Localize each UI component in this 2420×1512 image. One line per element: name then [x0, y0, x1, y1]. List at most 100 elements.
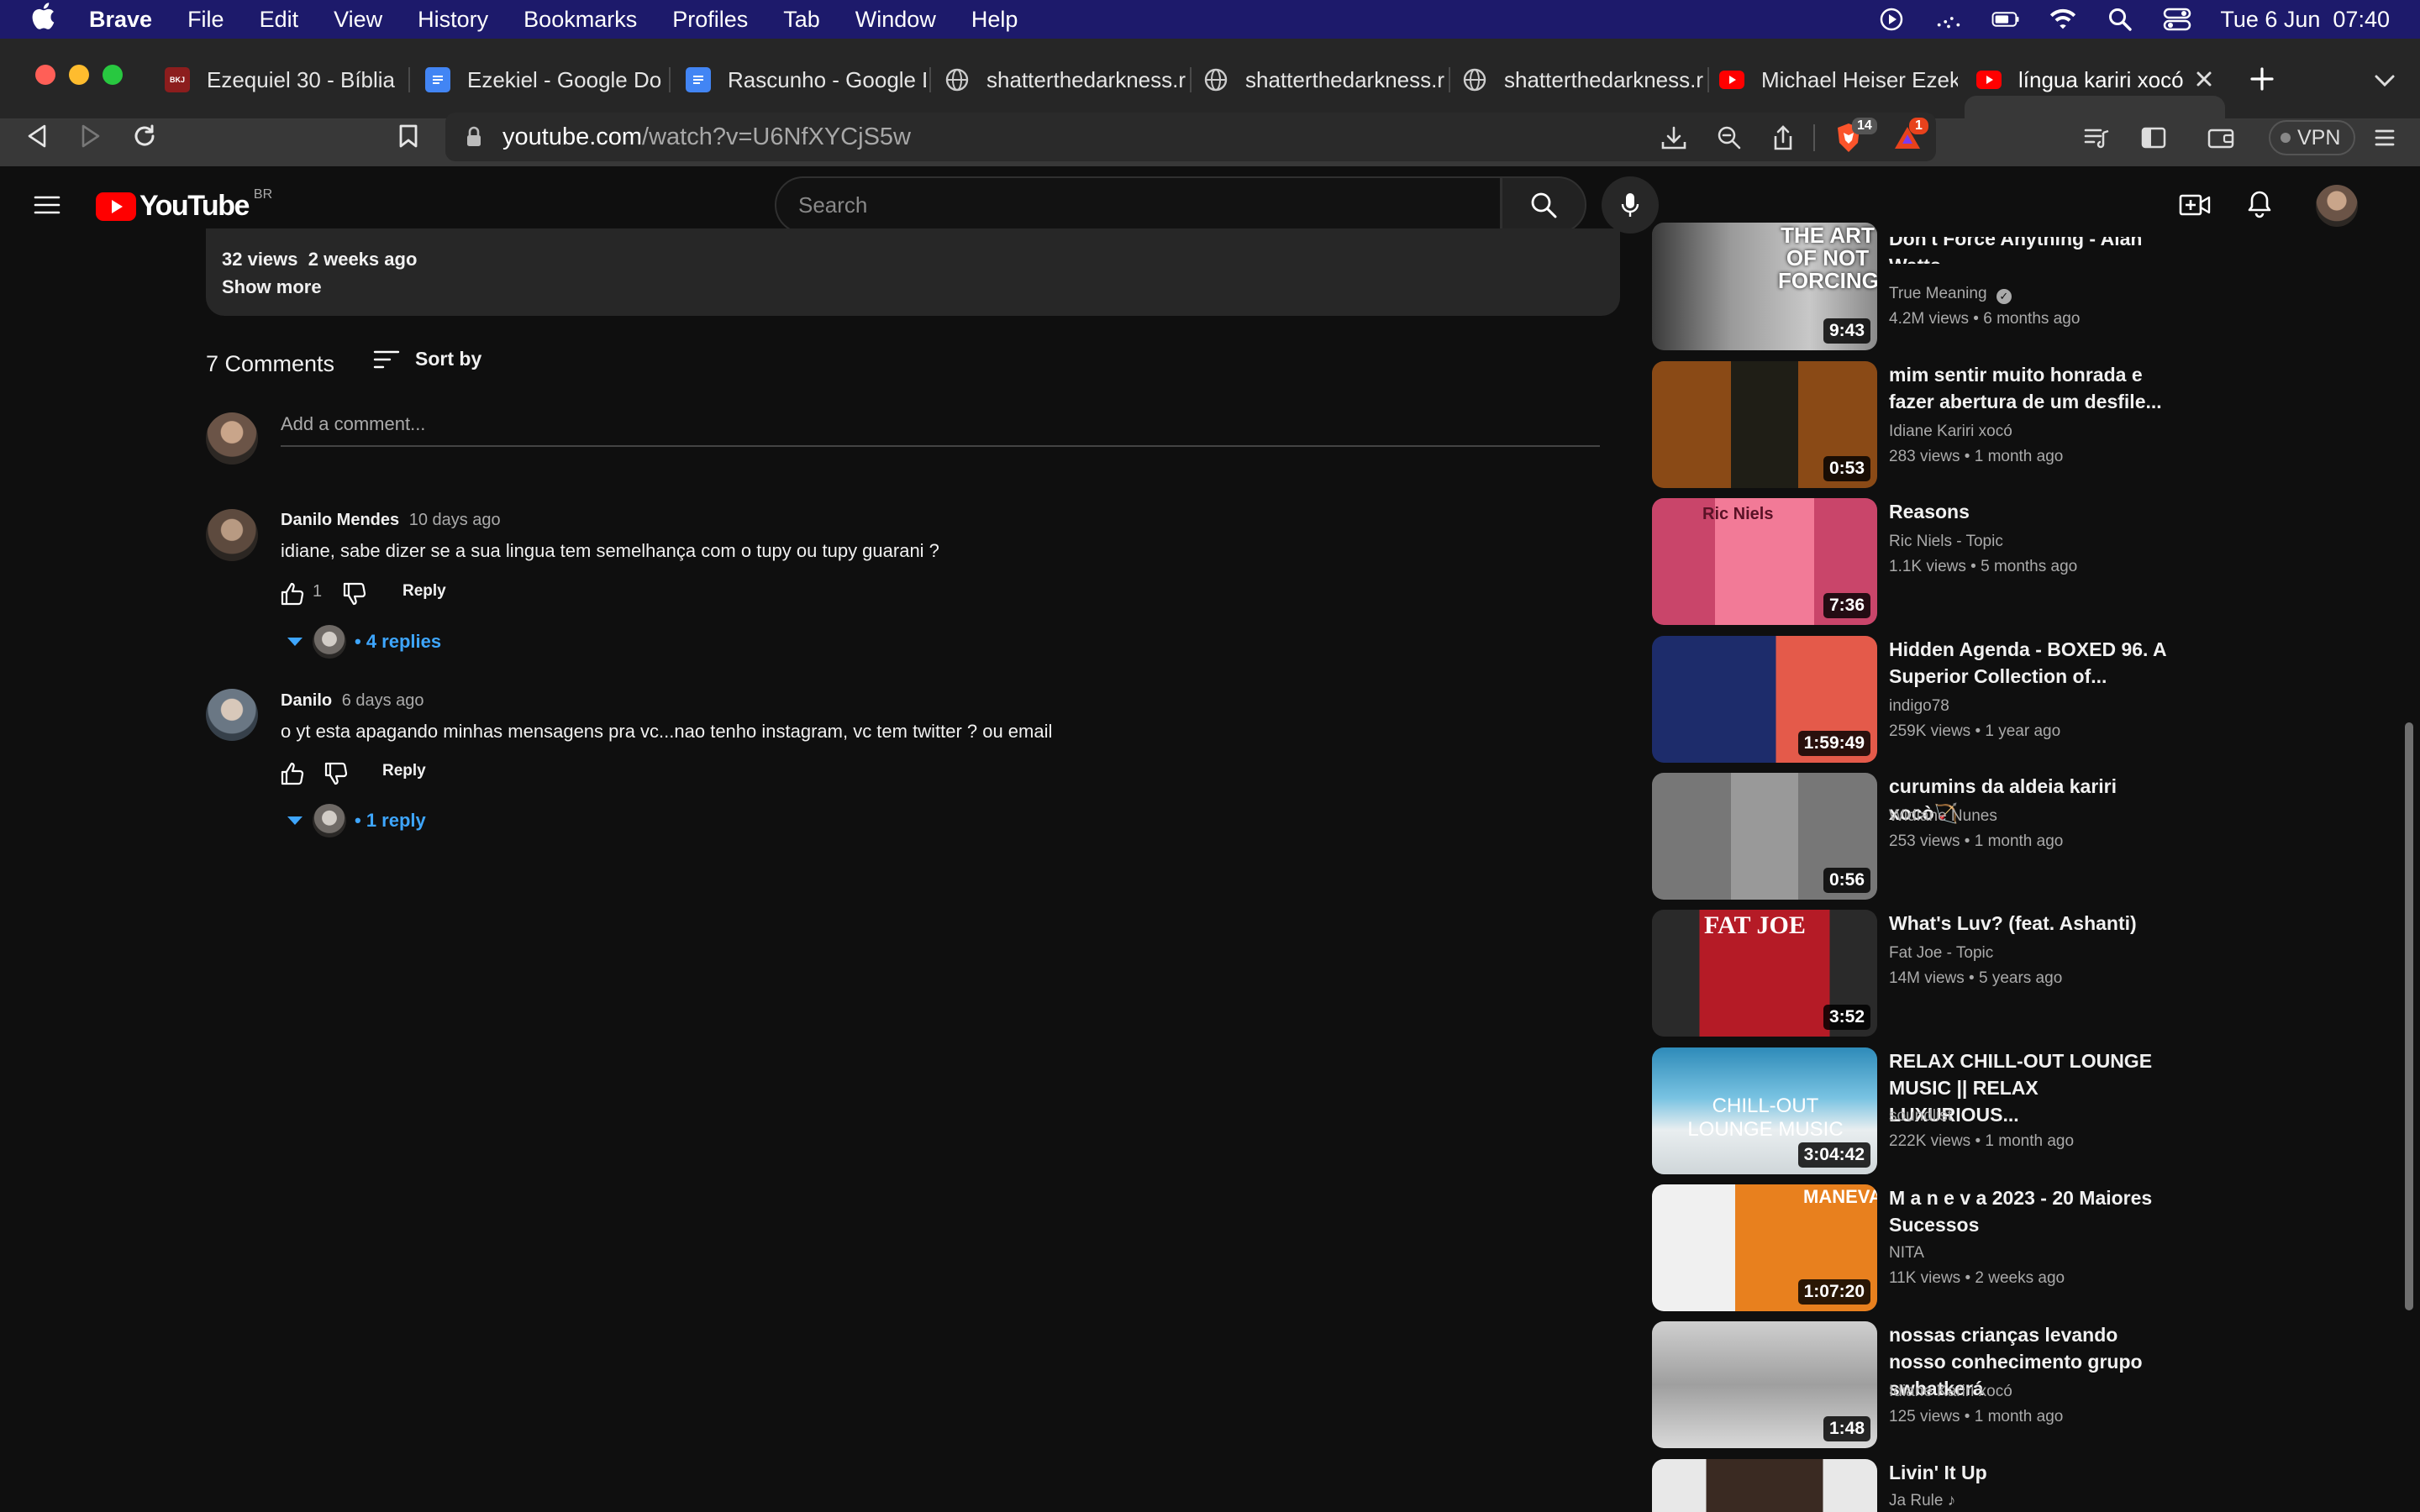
tab-ezequiel-biblia[interactable]: BKJ Ezequiel 30 - Bíblia K — [165, 60, 400, 99]
wallet-icon[interactable] — [2205, 123, 2237, 153]
video-thumbnail[interactable]: 0:53 — [1652, 361, 1877, 488]
comment-time[interactable]: 10 days ago — [409, 511, 501, 529]
vpn-button[interactable]: VPN — [2269, 120, 2356, 155]
view-replies-button[interactable]: • 1 reply — [286, 804, 426, 837]
window-zoom-button[interactable] — [103, 65, 123, 85]
view-replies-button[interactable]: • 4 replies — [286, 625, 441, 659]
forward-icon[interactable] — [74, 119, 108, 153]
video-description-box[interactable] — [206, 228, 1620, 316]
reply-button[interactable]: Reply — [402, 582, 446, 601]
sidebar-toggle-icon[interactable] — [2138, 123, 2170, 153]
video-title[interactable]: M a n e v a 2023 - 20 Maiores Sucessos — [1889, 1184, 2166, 1238]
tab-ezekiel-google-doc[interactable]: Ezekiel - Google Doc — [425, 60, 662, 99]
reload-icon[interactable] — [128, 119, 161, 153]
create-video-icon[interactable] — [2176, 188, 2213, 222]
reply-button[interactable]: Reply — [382, 762, 426, 780]
menu-view[interactable]: View — [334, 7, 382, 33]
dislike-icon[interactable] — [319, 758, 353, 790]
menu-bookmarks[interactable]: Bookmarks — [523, 7, 637, 33]
menu-edit[interactable]: Edit — [260, 7, 299, 33]
menu-file[interactable]: File — [187, 7, 224, 33]
video-channel[interactable]: Ric Niels - Topic — [1889, 533, 2003, 551]
video-channel[interactable]: NITA — [1889, 1244, 1924, 1263]
wifi-icon[interactable] — [2049, 7, 2077, 32]
notifications-bell-icon[interactable] — [2242, 186, 2277, 222]
account-avatar[interactable] — [2316, 185, 2358, 227]
voice-search-button[interactable] — [1602, 176, 1659, 234]
video-channel[interactable]: Widiane Nunes — [1889, 807, 1997, 826]
menu-history[interactable]: History — [418, 7, 488, 33]
tab-rascunho-google-doc[interactable]: Rascunho - Google D — [686, 60, 926, 99]
video-channel[interactable]: Ja Rule ♪ — [1889, 1492, 1955, 1510]
video-thumbnail[interactable]: 1:48 — [1652, 1321, 1877, 1448]
video-title[interactable]: What's Luv? (feat. Ashanti) — [1889, 910, 2166, 937]
battery-icon[interactable] — [1991, 7, 2020, 32]
menu-tab[interactable]: Tab — [783, 7, 820, 33]
comment-author-avatar[interactable] — [206, 509, 258, 561]
video-channel[interactable]: True Meaning ✓ — [1889, 285, 2012, 304]
tab-shatterthedarkness-1[interactable]: shatterthedarkness.r — [944, 60, 1188, 99]
video-title[interactable]: Hidden Agenda - BOXED 96. A Superior Col… — [1889, 636, 2166, 690]
video-title[interactable]: Livin' It Up — [1889, 1459, 2166, 1486]
tab-michael-heiser[interactable]: Michael Heiser Ezeki — [1719, 60, 1958, 99]
video-thumbnail[interactable]: FAT JOE 3:52 — [1652, 910, 1877, 1037]
video-thumbnail[interactable] — [1652, 1459, 1877, 1512]
bookmark-icon[interactable] — [392, 119, 425, 153]
playlist-icon[interactable] — [2081, 123, 2112, 153]
sort-by-button[interactable]: Sort by — [373, 348, 481, 370]
active-tab-content[interactable]: língua kariri xocó — [1976, 60, 2196, 99]
video-thumbnail[interactable]: 1:59:49 — [1652, 636, 1877, 763]
video-channel[interactable]: indigo78 — [1889, 697, 1949, 716]
menu-profiles[interactable]: Profiles — [672, 7, 748, 33]
video-channel[interactable]: soundlist — [1889, 1107, 1952, 1126]
dots-status-icon[interactable] — [1934, 7, 1963, 32]
lock-icon[interactable] — [462, 124, 486, 150]
close-tab-icon[interactable] — [2191, 64, 2217, 94]
url-text[interactable]: youtube.com/watch?v=U6NfXYCjS5w — [502, 123, 911, 151]
video-channel[interactable]: Fat Joe - Topic — [1889, 944, 1993, 963]
video-channel[interactable]: Idiane Kariri xocó — [1889, 423, 2012, 441]
download-icon[interactable] — [1659, 123, 1689, 153]
tab-list-chevron-icon[interactable] — [2368, 66, 2402, 96]
menu-window[interactable]: Window — [855, 7, 936, 33]
video-title[interactable]: mim sentir muito honrada e fazer abertur… — [1889, 361, 2166, 415]
comment-time[interactable]: 6 days ago — [342, 691, 424, 710]
video-thumbnail[interactable]: THE ART OF NOT FORCING 9:43 — [1652, 223, 1877, 350]
apple-menu-icon[interactable] — [30, 2, 62, 37]
dislike-icon[interactable] — [338, 578, 371, 610]
youtube-logo[interactable]: YouTube BR — [96, 187, 272, 223]
video-thumbnail[interactable]: MANEVA 1:07:20 — [1652, 1184, 1877, 1311]
video-thumbnail[interactable]: 0:56 — [1652, 773, 1877, 900]
app-menu-brave[interactable]: Brave — [89, 7, 152, 33]
browser-menu-icon[interactable] — [2370, 123, 2400, 153]
video-title[interactable]: Reasons — [1889, 498, 2166, 525]
comment-author[interactable]: Danilo — [281, 691, 332, 710]
video-thumbnail[interactable]: Ric Niels 7:36 — [1652, 498, 1877, 625]
add-comment-input[interactable]: Add a comment... — [281, 413, 1600, 447]
tab-shatterthedarkness-3[interactable]: shatterthedarkness.r — [1462, 60, 1706, 99]
search-button[interactable] — [1501, 176, 1586, 234]
comment-author-avatar[interactable] — [206, 689, 258, 741]
video-title[interactable]: Don't Force Anything - Alan Watts — [1889, 237, 2166, 264]
page-scrollbar[interactable] — [2405, 722, 2413, 1310]
window-minimize-button[interactable] — [69, 65, 89, 85]
menubar-clock[interactable]: Tue 6 Jun 07:40 — [2220, 7, 2390, 33]
play-status-icon[interactable] — [1877, 7, 1906, 32]
hamburger-menu-icon[interactable] — [30, 190, 64, 220]
show-more-button[interactable]: Show more — [222, 276, 322, 298]
control-center-icon[interactable] — [2163, 7, 2191, 32]
zoom-out-icon[interactable] — [1714, 123, 1744, 153]
like-icon[interactable] — [276, 578, 309, 610]
window-close-button[interactable] — [35, 65, 55, 85]
like-icon[interactable] — [276, 758, 309, 790]
tab-shatterthedarkness-2[interactable]: shatterthedarkness.r — [1203, 60, 1447, 99]
new-tab-icon[interactable] — [2245, 62, 2279, 96]
search-input[interactable]: Search — [775, 176, 1502, 234]
video-thumbnail[interactable]: CHILL-OUT LOUNGE MUSIC 3:04:42 — [1652, 1047, 1877, 1174]
menu-help[interactable]: Help — [971, 7, 1018, 33]
video-channel[interactable]: Idiane Kariri xocó — [1889, 1383, 2012, 1401]
comment-author[interactable]: Danilo Mendes — [281, 511, 399, 529]
share-icon[interactable] — [1768, 123, 1798, 153]
back-icon[interactable] — [20, 119, 54, 153]
spotlight-search-icon[interactable] — [2106, 7, 2134, 32]
